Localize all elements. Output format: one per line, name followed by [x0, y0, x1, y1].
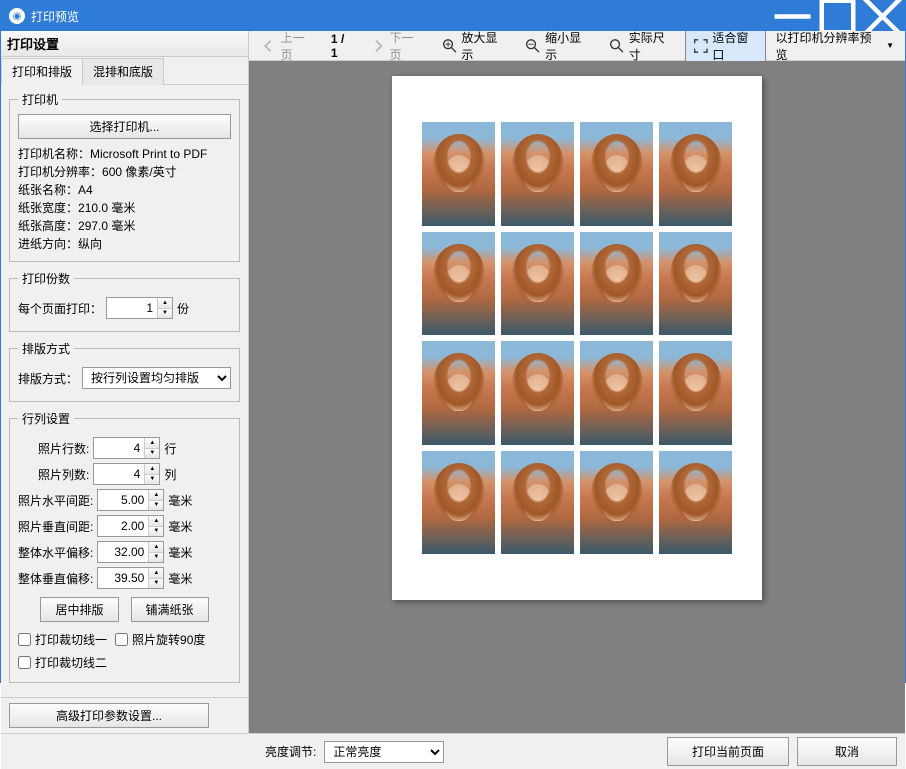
cols-input[interactable]: ▲▼ — [93, 463, 160, 485]
fill-paper-button[interactable]: 铺满纸张 — [131, 597, 209, 622]
center-layout-button[interactable]: 居中排版 — [40, 597, 118, 622]
photo-thumbnail — [580, 451, 653, 555]
chevron-down-icon: ▼ — [886, 41, 894, 50]
page-info: 1 / 1 — [325, 32, 360, 60]
spin-down-icon[interactable]: ▼ — [158, 309, 172, 319]
cutline1-checkbox[interactable] — [18, 633, 31, 646]
photo-thumbnail — [501, 122, 574, 226]
arrow-left-icon — [260, 37, 278, 55]
titlebar: ◉ 打印预览 — [1, 1, 905, 31]
layout-mode-group: 排版方式 排版方式： 按行列设置均匀排版 — [9, 340, 240, 402]
spin-up-icon[interactable]: ▲ — [158, 298, 172, 309]
photo-thumbnail — [422, 451, 495, 555]
zoom-in-icon — [441, 37, 459, 55]
rotate90-checkbox[interactable] — [115, 633, 128, 646]
page-preview — [392, 76, 762, 600]
cutline2-checkbox[interactable] — [18, 656, 31, 669]
footer: 亮度调节: 正常亮度 打印当前页面 取消 — [1, 733, 905, 769]
actual-size-icon — [608, 37, 626, 55]
arrow-right-icon — [369, 37, 387, 55]
layout-mode-select[interactable]: 按行列设置均匀排版 — [82, 367, 231, 389]
photo-thumbnail — [580, 122, 653, 226]
voff-input[interactable]: ▲▼ — [97, 567, 164, 589]
close-button[interactable] — [860, 1, 905, 31]
photo-thumbnail — [501, 451, 574, 555]
photo-thumbnail — [422, 341, 495, 445]
sidebar-tabs: 打印和排版 混排和底版 — [1, 57, 248, 85]
printer-group: 打印机 选择打印机... 打印机名称：Microsoft Print to PD… — [9, 91, 240, 262]
preview-area[interactable] — [249, 61, 905, 733]
photo-thumbnail — [659, 341, 732, 445]
vgap-input[interactable]: ▲▼ — [97, 515, 164, 537]
photo-thumbnail — [422, 232, 495, 336]
copies-input[interactable]: ▲▼ — [106, 297, 173, 319]
app-icon: ◉ — [9, 8, 25, 24]
minimize-button[interactable] — [770, 1, 815, 31]
advanced-settings-button[interactable]: 高级打印参数设置... — [9, 703, 209, 728]
copies-group: 打印份数 每个页面打印： ▲▼ 份 — [9, 270, 240, 332]
cancel-button[interactable]: 取消 — [797, 737, 897, 766]
photo-thumbnail — [422, 122, 495, 226]
brightness-label: 亮度调节: — [265, 743, 316, 760]
rows-input[interactable]: ▲▼ — [93, 437, 160, 459]
grid-group: 行列设置 照片行数: ▲▼ 行 照片列数: ▲▼ 列 照片水平间距: — [9, 410, 240, 683]
photo-thumbnail — [501, 232, 574, 336]
brightness-select[interactable]: 正常亮度 — [324, 741, 444, 763]
tab-print-layout[interactable]: 打印和排版 — [1, 58, 83, 85]
hgap-input[interactable]: ▲▼ — [97, 489, 164, 511]
print-current-page-button[interactable]: 打印当前页面 — [667, 737, 789, 766]
hoff-input[interactable]: ▲▼ — [97, 541, 164, 563]
copies-label: 每个页面打印： — [18, 300, 102, 317]
photo-thumbnail — [580, 341, 653, 445]
printer-legend: 打印机 — [18, 91, 62, 108]
sidebar: 打印设置 打印和排版 混排和底版 打印机 选择打印机... 打印机名称：Micr… — [1, 31, 249, 733]
prev-page-button[interactable]: 上一页 — [253, 31, 323, 67]
photo-grid — [422, 122, 732, 554]
select-printer-button[interactable]: 选择打印机... — [18, 114, 231, 139]
fit-window-icon — [692, 37, 710, 55]
toolbar: 上一页 1 / 1 下一页 放大显示 缩小显示 — [249, 31, 905, 61]
maximize-button[interactable] — [815, 1, 860, 31]
photo-thumbnail — [659, 122, 732, 226]
copies-legend: 打印份数 — [18, 270, 74, 287]
tab-mixed-base[interactable]: 混排和底版 — [82, 58, 164, 85]
window-title: 打印预览 — [31, 8, 770, 25]
sidebar-header: 打印设置 — [1, 31, 248, 57]
zoom-out-icon — [524, 37, 542, 55]
photo-thumbnail — [659, 451, 732, 555]
photo-thumbnail — [659, 232, 732, 336]
photo-thumbnail — [580, 232, 653, 336]
next-page-button[interactable]: 下一页 — [362, 31, 432, 67]
photo-thumbnail — [501, 341, 574, 445]
